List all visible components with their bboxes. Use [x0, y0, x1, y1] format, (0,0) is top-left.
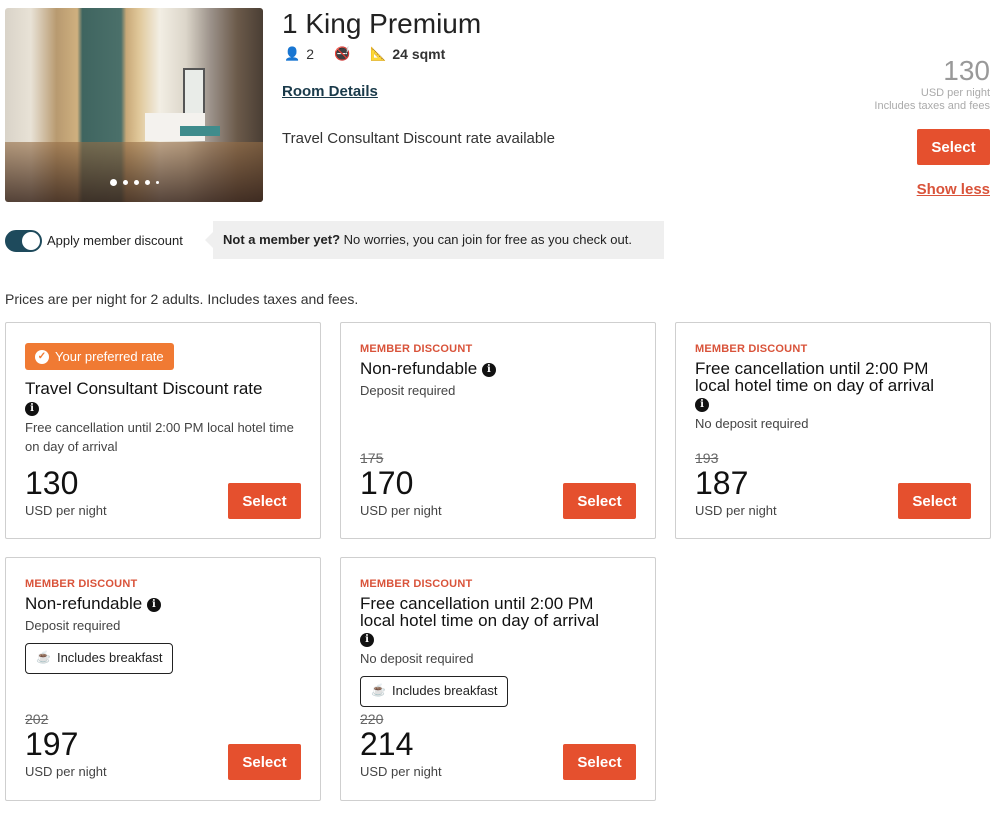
- carousel-dot-3[interactable]: [133, 180, 139, 186]
- room-details-link[interactable]: Room Details: [282, 83, 378, 100]
- guest-count: 2: [306, 46, 314, 62]
- rate-desc: No deposit required: [360, 651, 474, 666]
- rate-card: ✓ Your preferred rate Travel Consultant D…: [5, 322, 321, 539]
- member-tooltip: Not a member yet? No worries, you can jo…: [205, 221, 664, 259]
- carousel-dot-4[interactable]: [144, 180, 150, 186]
- rate-desc: No deposit required: [695, 416, 809, 431]
- original-price: 202: [25, 711, 49, 727]
- member-discount-toggle[interactable]: [5, 230, 42, 252]
- info-icon[interactable]: i: [481, 362, 496, 377]
- member-discount-tag: MEMBER DISCOUNT: [695, 343, 808, 355]
- check-icon: ✓: [35, 350, 49, 364]
- rate-unit: USD per night: [25, 503, 107, 518]
- select-button[interactable]: Select: [228, 483, 301, 519]
- info-icon[interactable]: i: [25, 401, 39, 416]
- rate-card: MEMBER DISCOUNT Free cancellation until …: [340, 557, 656, 801]
- amenity-label: Includes breakfast: [391, 683, 498, 698]
- rate-title-text: Non-refundable: [25, 594, 143, 613]
- rate-unit: USD per night: [360, 764, 442, 779]
- rate-card: MEMBER DISCOUNT Non-refundable i Deposit…: [5, 557, 321, 801]
- room-photo-carousel[interactable]: [5, 8, 263, 202]
- preferred-rate-badge: ✓ Your preferred rate: [25, 343, 174, 370]
- rate-availability-note: Travel Consultant Discount rate availabl…: [282, 130, 555, 147]
- tooltip-bold: Not a member yet?: [223, 232, 341, 247]
- carousel-dot-2[interactable]: [122, 180, 128, 186]
- carousel-dot-5[interactable]: [155, 181, 159, 185]
- rate-title-text: Free cancellation until 2:00 PM local ho…: [695, 359, 935, 395]
- breakfast-pill: ☕ Includes breakfast: [25, 643, 174, 674]
- select-button[interactable]: Select: [228, 744, 301, 780]
- rate-title-text: Free cancellation until 2:00 PM local ho…: [360, 594, 600, 630]
- room-size-icon: 📐: [370, 46, 387, 61]
- no-smoking-icon: 🚭: [333, 46, 351, 61]
- amenity-label: Includes breakfast: [56, 650, 163, 665]
- select-button[interactable]: Select: [563, 483, 636, 519]
- member-discount-tag: MEMBER DISCOUNT: [360, 343, 473, 355]
- show-less-link[interactable]: Show less: [917, 181, 990, 198]
- breakfast-pill: ☕ Includes breakfast: [360, 676, 509, 707]
- rate-desc: Deposit required: [25, 618, 121, 633]
- coffee-cup-icon: ☕: [371, 683, 386, 697]
- rate-price: 130: [25, 465, 79, 501]
- price-summary: 130 USD per night Includes taxes and fee…: [874, 55, 990, 113]
- member-discount-tag: MEMBER DISCOUNT: [360, 578, 473, 590]
- summary-select-button[interactable]: Select: [917, 129, 990, 165]
- rate-price: 214: [360, 726, 414, 762]
- rate-title: Free cancellation until 2:00 PM local ho…: [360, 595, 630, 647]
- rate-card: MEMBER DISCOUNT Free cancellation until …: [675, 322, 991, 539]
- carousel-dot-1[interactable]: [109, 179, 117, 187]
- rate-title: Travel Consultant Discount rate i: [25, 380, 262, 416]
- rate-desc: Deposit required: [360, 383, 456, 398]
- room-size: 24 sqmt: [392, 46, 446, 62]
- info-icon[interactable]: i: [146, 597, 161, 612]
- original-price: 193: [695, 450, 719, 466]
- rate-price: 197: [25, 726, 79, 762]
- rate-price: 170: [360, 465, 414, 501]
- room-meta: 👤 2 🚭 📐 24 sqmt: [284, 46, 445, 62]
- info-icon[interactable]: i: [695, 397, 709, 412]
- summary-taxes: Includes taxes and fees: [874, 100, 990, 112]
- rate-title: Non-refundable i: [25, 595, 161, 612]
- photo-floor: [5, 142, 263, 202]
- rate-title: Free cancellation until 2:00 PM local ho…: [695, 360, 965, 412]
- person-icon: 👤: [284, 46, 301, 61]
- select-button[interactable]: Select: [898, 483, 971, 519]
- tooltip-text: No worries, you can join for free as you…: [340, 232, 632, 247]
- room-title: 1 King Premium: [282, 8, 482, 39]
- member-discount-label: Apply member discount: [47, 233, 183, 248]
- rate-price: 187: [695, 465, 749, 501]
- rate-unit: USD per night: [695, 503, 777, 518]
- rate-title-text: Travel Consultant Discount rate: [25, 379, 263, 398]
- original-price: 220: [360, 711, 384, 727]
- summary-unit: USD per night: [920, 87, 990, 99]
- rate-unit: USD per night: [25, 764, 107, 779]
- toggle-knob: [21, 231, 41, 251]
- rate-title-text: Non-refundable: [360, 359, 478, 378]
- info-icon[interactable]: i: [360, 632, 374, 647]
- original-price: 175: [360, 450, 384, 466]
- rate-card: MEMBER DISCOUNT Non-refundable i Deposit…: [340, 322, 656, 539]
- select-button[interactable]: Select: [563, 744, 636, 780]
- photo-bench: [180, 126, 220, 136]
- badge-label: Your preferred rate: [55, 349, 164, 364]
- member-discount-tag: MEMBER DISCOUNT: [25, 578, 138, 590]
- prices-note: Prices are per night for 2 adults. Inclu…: [5, 291, 359, 307]
- rate-unit: USD per night: [360, 503, 442, 518]
- summary-price: 130: [943, 55, 990, 86]
- carousel-dots: [5, 174, 263, 192]
- rate-title: Non-refundable i: [360, 360, 496, 377]
- rate-desc: Free cancellation until 2:00 PM local ho…: [25, 420, 294, 454]
- coffee-cup-icon: ☕: [36, 650, 51, 664]
